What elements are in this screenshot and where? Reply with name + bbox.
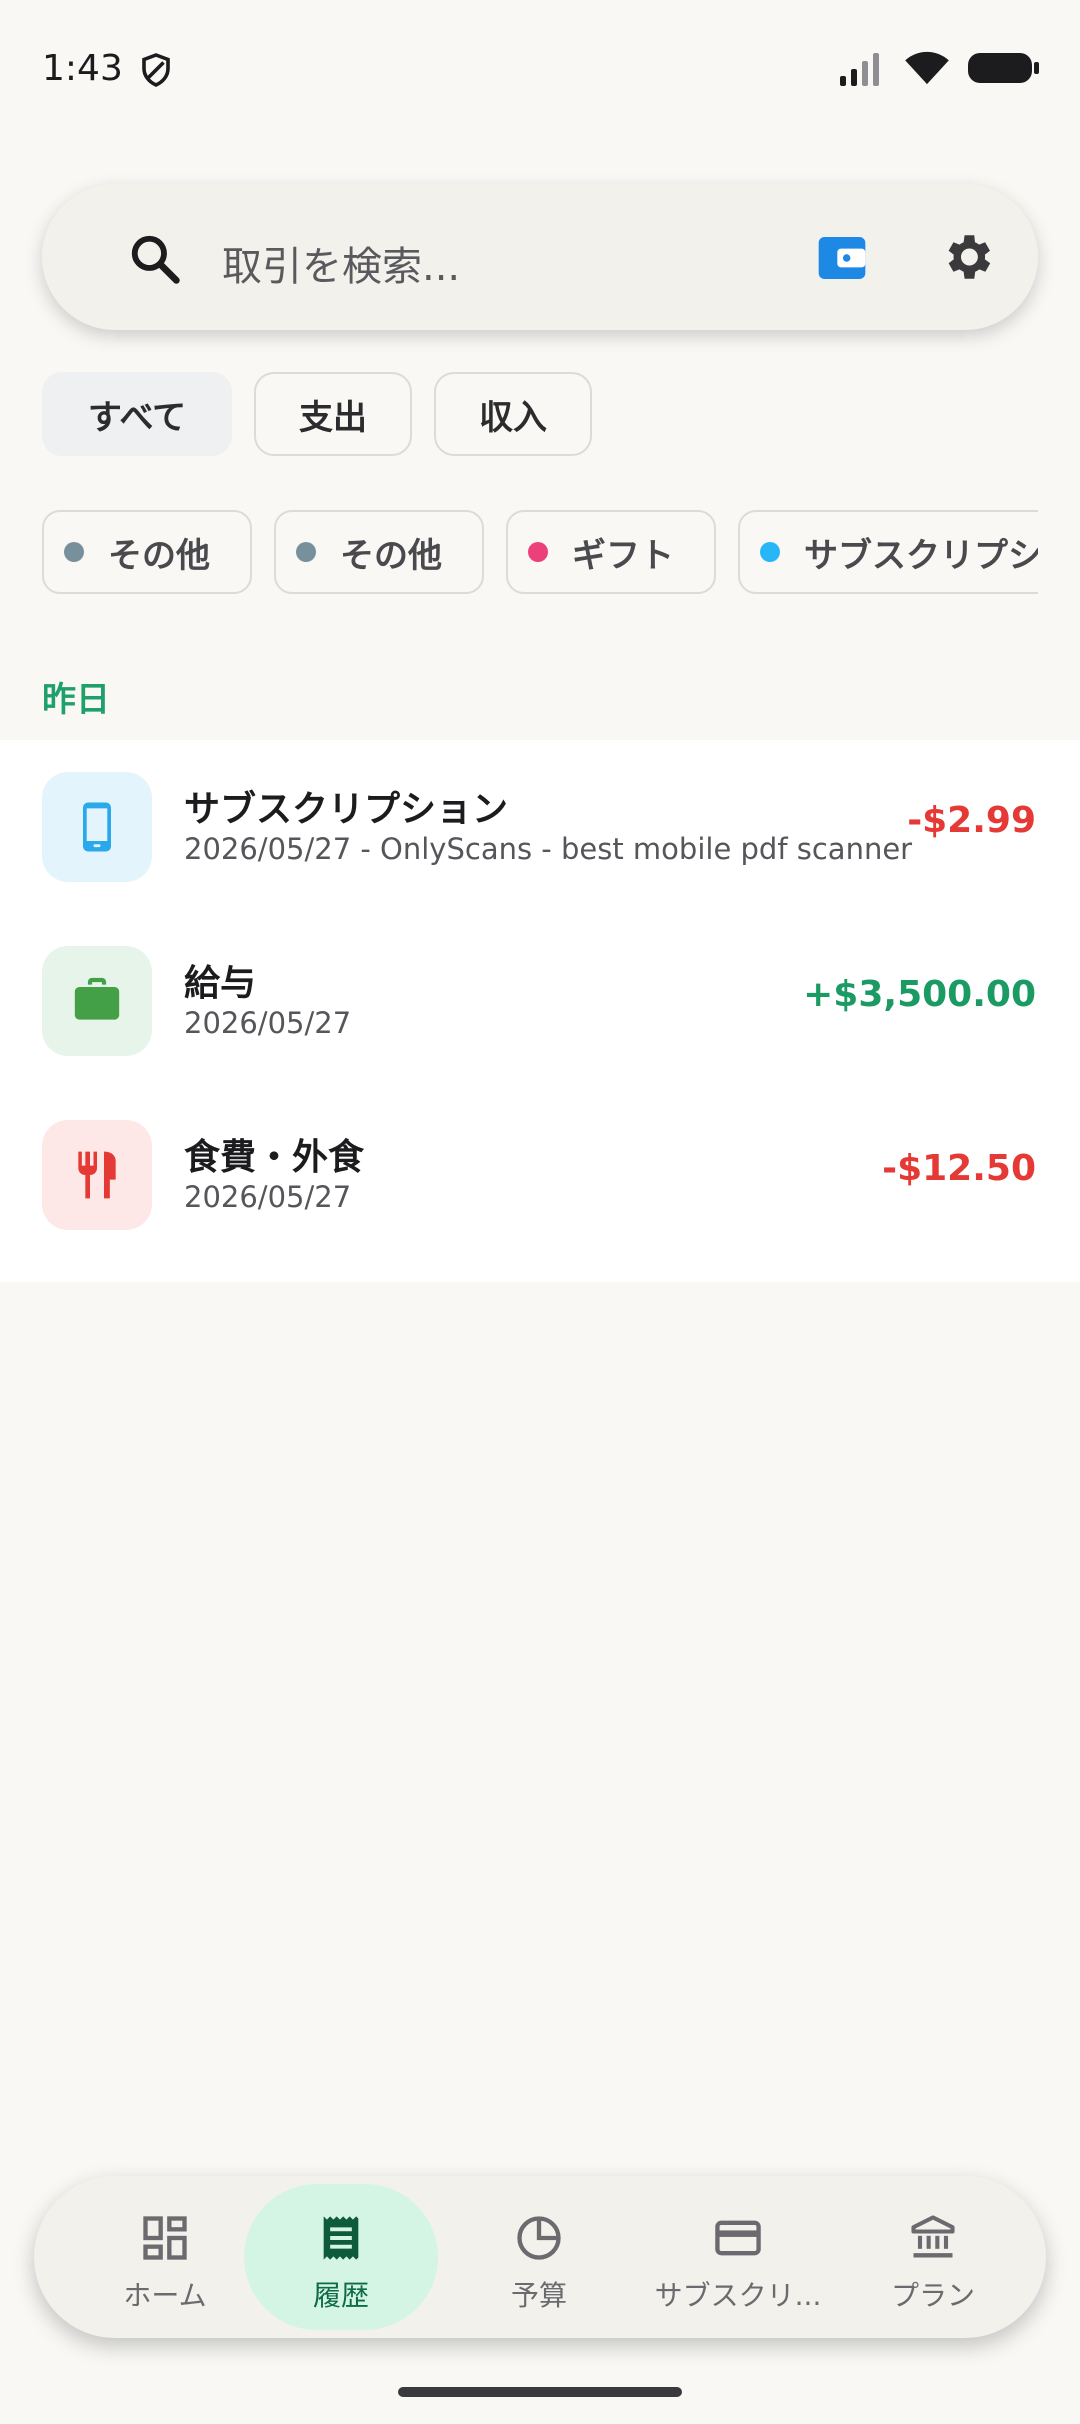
nav-label: プラン	[890, 2279, 975, 2312]
home-indicator[interactable]	[398, 2387, 682, 2397]
nav-item-budget[interactable]: 予算	[466, 2176, 612, 2338]
bank-icon	[911, 2215, 955, 2258]
transaction-list: サブスクリプション 2026/05/27 - OnlyScans - best …	[0, 740, 1080, 1282]
category-chip-label: サブスクリプション	[804, 535, 1038, 576]
color-dot	[64, 542, 84, 562]
phone-icon	[83, 802, 111, 852]
status-time: 1:43	[42, 48, 123, 89]
transaction-row[interactable]: サブスクリプション 2026/05/27 - OnlyScans - best …	[0, 750, 1080, 924]
wallet-icon[interactable]	[814, 230, 870, 286]
signal-icon	[840, 53, 879, 86]
transaction-amount: -$12.50	[882, 1148, 1036, 1189]
bottom-navigation: ホーム 履歴 予算 サブスクリ... プラン	[34, 2176, 1046, 2338]
transaction-amount: +$3,500.00	[803, 974, 1036, 1015]
transaction-row[interactable]: 給与 2026/05/27 +$3,500.00	[0, 924, 1080, 1098]
gear-icon[interactable]	[938, 228, 996, 286]
nav-label: サブスクリ...	[654, 2279, 822, 2312]
category-chip-gift[interactable]: ギフト	[506, 510, 716, 594]
chip-expense[interactable]: 支出	[254, 372, 412, 456]
color-dot	[760, 542, 780, 562]
category-chip-label: その他	[340, 535, 442, 576]
color-dot	[296, 542, 316, 562]
search-icon	[131, 235, 180, 284]
category-icon-box	[42, 946, 152, 1056]
dashboard-icon	[143, 2216, 187, 2260]
search-input[interactable]: 取引を検索...	[222, 234, 460, 292]
nav-label: ホーム	[123, 2279, 207, 2312]
shield-icon	[142, 53, 170, 87]
category-icon-box	[42, 1120, 152, 1230]
status-bar: 1:43	[0, 0, 1080, 140]
nav-label: 予算	[510, 2279, 567, 2312]
nav-item-plan[interactable]: プラン	[860, 2176, 1006, 2338]
transaction-subtitle: 2026/05/27	[184, 1006, 352, 1040]
transaction-subtitle: 2026/05/27 - OnlyScans - best mobile pdf…	[184, 832, 913, 866]
section-header-yesterday: 昨日	[42, 680, 110, 720]
category-filter-scroller[interactable]: その他 その他 ギフト サブスクリプション	[42, 510, 1038, 594]
wifi-icon	[905, 51, 949, 85]
category-chip-other[interactable]: その他	[274, 510, 484, 594]
chip-all[interactable]: すべて	[42, 372, 232, 456]
transaction-title: 給与	[184, 963, 257, 1004]
category-chip-other[interactable]: その他	[42, 510, 252, 594]
nav-label: 履歴	[312, 2279, 369, 2312]
category-chip-label: ギフト	[572, 535, 674, 576]
pie-chart-icon	[517, 2216, 561, 2260]
search-bar[interactable]: 取引を検索...	[42, 184, 1038, 330]
fork-knife-icon	[78, 1151, 116, 1199]
transaction-title: サブスクリプション	[184, 789, 509, 830]
battery-icon	[968, 53, 1039, 83]
color-dot	[528, 542, 548, 562]
category-chip-subscription[interactable]: サブスクリプション	[738, 510, 1038, 594]
category-chip-label: その他	[108, 535, 210, 576]
history-screen: 1:43 取引を検索... すべて 支出 収入 その他 その他 ギフト サブスク…	[0, 0, 1080, 2424]
nav-item-history[interactable]: 履歴	[268, 2176, 414, 2338]
chip-income[interactable]: 収入	[434, 372, 592, 456]
credit-card-icon	[715, 2220, 761, 2256]
briefcase-icon	[74, 977, 120, 1020]
nav-item-home[interactable]: ホーム	[92, 2176, 238, 2338]
nav-item-subscriptions[interactable]: サブスクリ...	[648, 2176, 828, 2338]
category-icon-box	[42, 772, 152, 882]
transaction-subtitle: 2026/05/27	[184, 1180, 352, 1214]
transaction-title: 食費・外食	[184, 1137, 365, 1178]
transaction-amount: -$2.99	[907, 800, 1036, 841]
receipt-icon	[323, 2216, 359, 2260]
type-filter-chips: すべて 支出 収入	[42, 372, 592, 456]
transaction-row[interactable]: 食費・外食 2026/05/27 -$12.50	[0, 1098, 1080, 1272]
